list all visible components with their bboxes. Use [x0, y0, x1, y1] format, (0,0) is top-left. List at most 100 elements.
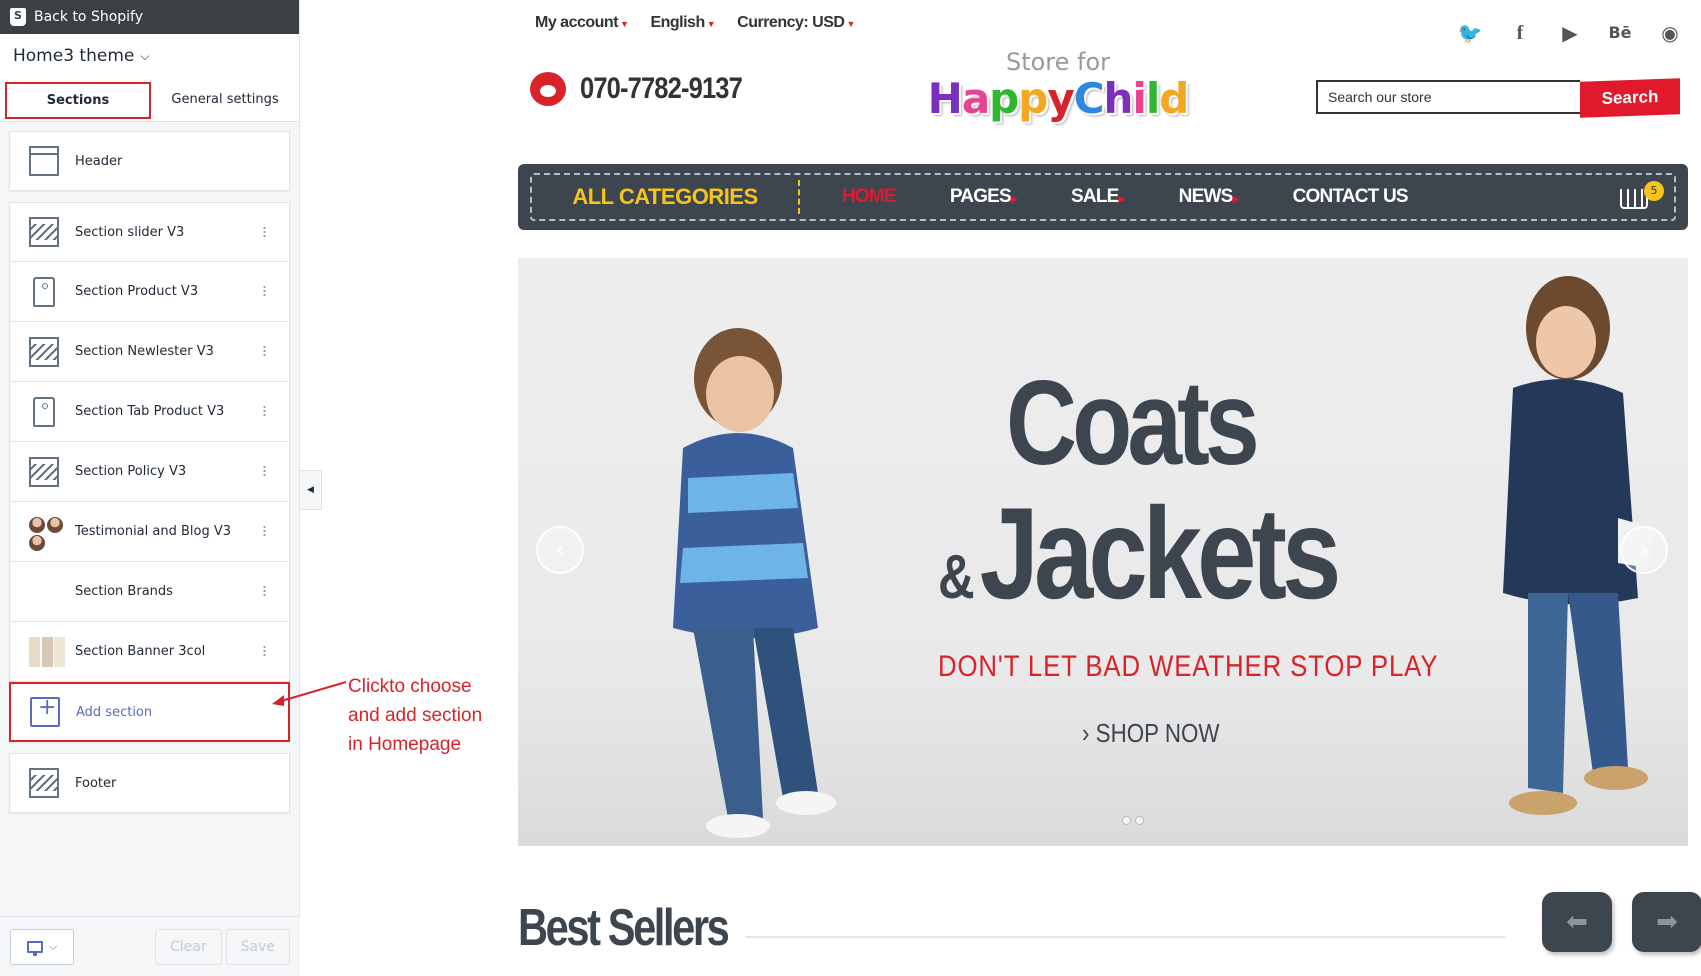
theme-editor: Back to Shopify Home3 theme ⌵ Sections G…: [0, 0, 1701, 976]
slider-prev-button[interactable]: ‹: [536, 526, 584, 574]
slider-dot[interactable]: [1135, 816, 1144, 825]
menu-item-contact[interactable]: CONTACT US: [1293, 186, 1409, 208]
all-categories-button[interactable]: ALL CATEGORIES: [532, 184, 798, 210]
best-sellers-heading: Best Sellers: [518, 899, 730, 957]
section-item-footer[interactable]: Footer: [9, 753, 290, 813]
slider-next-button[interactable]: ›: [1620, 526, 1668, 574]
boy-model-image: [673, 328, 836, 838]
menu-item-home[interactable]: HOME: [842, 186, 897, 208]
section-item[interactable]: Section slider V3: [9, 202, 290, 262]
back-to-shopify-link[interactable]: Back to Shopify: [0, 0, 299, 34]
phone-number: 070-7782-9137: [580, 72, 743, 105]
search-button[interactable]: Search: [1580, 78, 1680, 118]
language-dropdown[interactable]: English ▼: [650, 14, 715, 32]
drag-handle-icon[interactable]: [262, 645, 267, 657]
drag-handle-icon[interactable]: [262, 465, 267, 477]
store-top-nav: My account ▼ English ▼ Currency: USD ▼: [535, 14, 855, 32]
section-label: Section Tab Product V3: [75, 404, 225, 419]
behance-icon[interactable]: Bē: [1607, 20, 1633, 46]
chevron-right-icon: ›: [1639, 537, 1649, 563]
section-divider: [745, 936, 1505, 938]
drag-handle-icon[interactable]: [262, 525, 267, 537]
drag-handle-icon[interactable]: [262, 226, 267, 238]
caret-right-icon: ▶: [1232, 194, 1239, 204]
product-tag-icon: [33, 396, 55, 427]
hero-line-1: Coats: [1006, 356, 1260, 490]
main-menu-bar: ALL CATEGORIES HOME PAGES▶ SALE▶ NEWS▶ C…: [518, 164, 1688, 230]
cart-count-badge: 5: [1644, 181, 1664, 201]
chevron-left-icon: ‹: [555, 537, 565, 563]
hero-line-2: Jackets: [979, 480, 1342, 626]
shop-now-link[interactable]: › SHOP NOW: [1082, 718, 1219, 749]
drag-handle-icon[interactable]: [262, 345, 267, 357]
section-label: Section slider V3: [75, 224, 185, 240]
section-item[interactable]: Section Brands: [9, 562, 290, 622]
section-item[interactable]: Testimonial and Blog V3: [9, 502, 290, 562]
best-sellers-next-button[interactable]: ➡: [1632, 892, 1701, 952]
caret-down-icon: ▼: [706, 19, 716, 29]
desktop-icon: [26, 940, 43, 956]
section-label: Section Banner 3col: [75, 644, 206, 659]
avatar-thumbnails-icon: [29, 516, 65, 551]
footer-layout-icon: [29, 768, 59, 798]
section-label: Section Newlester V3: [75, 344, 214, 359]
cart-button[interactable]: 5: [1616, 179, 1664, 215]
slider-dots: [1122, 816, 1144, 825]
section-label: Footer: [75, 775, 117, 791]
add-section-button[interactable]: Add section: [9, 682, 290, 742]
hero-subtitle: DON'T LET BAD WEATHER STOP PLAY: [938, 650, 1439, 683]
chevron-down-icon: ⌵: [48, 939, 58, 953]
save-button[interactable]: Save: [225, 928, 290, 965]
search-input[interactable]: Search our store: [1316, 80, 1580, 114]
drag-handle-icon[interactable]: [262, 585, 267, 597]
menu-item-sale[interactable]: SALE▶: [1071, 186, 1125, 208]
section-label: Section Policy V3: [75, 464, 187, 479]
drag-handle-icon[interactable]: [262, 285, 267, 297]
section-item[interactable]: Section Policy V3: [9, 442, 290, 502]
tab-sections[interactable]: Sections: [5, 82, 151, 119]
section-list: Header Section slider V3 Section Product…: [0, 122, 299, 813]
best-sellers-prev-button[interactable]: ⬅: [1542, 892, 1612, 952]
section-item[interactable]: Section Banner 3col: [9, 622, 290, 682]
add-section-label: Add section: [76, 704, 153, 720]
hero-slider: Coats & Jackets DON'T LET BAD WEATHER STO…: [518, 258, 1688, 846]
store-logo[interactable]: Store for HappyChild: [918, 48, 1198, 122]
caret-right-icon: ▶: [1118, 194, 1126, 204]
brands-thumbnail-icon: [29, 577, 65, 607]
menu-divider: [798, 180, 800, 214]
chevron-down-icon: ⌵: [140, 48, 150, 63]
device-preview-toggle[interactable]: ⌵: [10, 928, 74, 965]
twitter-icon[interactable]: 🐦: [1457, 20, 1483, 46]
facebook-icon[interactable]: f: [1507, 20, 1533, 46]
store-search: Search our store Search: [1316, 78, 1680, 118]
section-item[interactable]: Section Tab Product V3: [9, 382, 290, 442]
drag-handle-icon[interactable]: [262, 405, 267, 417]
menu-item-news[interactable]: NEWS▶: [1179, 186, 1240, 208]
annotation-callout: Clickto choose and add section in Homepa…: [348, 672, 482, 759]
hero-ampersand: &: [938, 543, 975, 612]
header-layout-icon: [29, 146, 59, 176]
main-menu: HOME PAGES▶ SALE▶ NEWS▶ CONTACT US: [842, 186, 1409, 208]
slider-dot[interactable]: [1122, 816, 1131, 825]
tab-general-settings[interactable]: General settings: [151, 78, 299, 121]
menu-item-pages[interactable]: PAGES▶: [950, 186, 1018, 208]
section-item[interactable]: Section Product V3: [9, 262, 290, 322]
callout-line: and add section: [348, 705, 483, 726]
callout-line: Clickto choose: [348, 676, 472, 697]
clear-button[interactable]: Clear: [155, 928, 222, 965]
banner-thumbnail-icon: [29, 636, 65, 667]
editor-tabs: Sections General settings: [0, 78, 299, 122]
section-item-header[interactable]: Header: [9, 131, 290, 191]
callout-line: in Homepage: [348, 734, 462, 755]
hero-heading: Coats & Jackets: [938, 358, 1358, 643]
my-account-dropdown[interactable]: My account ▼: [535, 14, 629, 32]
currency-dropdown[interactable]: Currency: USD ▼: [737, 14, 855, 32]
dribbble-icon[interactable]: ◉: [1657, 20, 1683, 46]
youtube-icon[interactable]: ▶: [1557, 20, 1583, 46]
section-label: Testimonial and Blog V3: [75, 524, 232, 539]
shopify-bag-icon: [10, 8, 26, 26]
section-item[interactable]: Section Newlester V3: [9, 322, 290, 382]
image-placeholder-icon: [29, 217, 59, 247]
collapse-sidebar-button[interactable]: ◀: [300, 470, 322, 510]
theme-selector[interactable]: Home3 theme ⌵: [0, 34, 299, 78]
